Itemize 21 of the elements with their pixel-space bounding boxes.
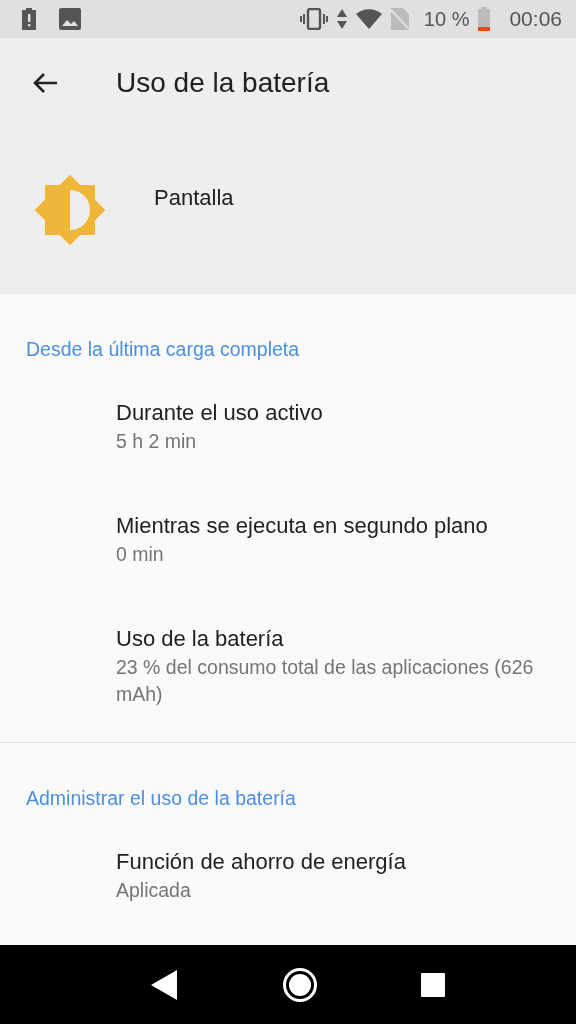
- image-icon: [59, 8, 81, 30]
- back-icon[interactable]: [151, 969, 180, 1000]
- back-arrow-icon[interactable]: [32, 72, 58, 94]
- list-item[interactable]: Mientras se ejecuta en segundo plano 0 min: [0, 489, 576, 602]
- wifi-icon: [355, 9, 382, 29]
- section-header: Desde la última carga completa: [25, 337, 301, 362]
- home-icon[interactable]: [282, 966, 318, 1003]
- battery-alert-icon: [22, 8, 36, 30]
- clock: 00:06: [509, 7, 562, 31]
- vibrate-icon: [299, 8, 328, 30]
- battery-icon: [478, 7, 491, 31]
- app-name: Pantalla: [154, 185, 234, 211]
- list-item[interactable]: Durante el uso activo 5 h 2 min: [0, 376, 576, 489]
- section-header: Administrar el uso de la batería: [25, 786, 297, 811]
- no-sim-icon: [390, 8, 409, 30]
- list-item[interactable]: Uso de la batería 23 % del consumo total de las aplicaciones (626 mAh): [0, 602, 576, 742]
- list-item[interactable]: Función de ahorro de energía Aplicada: [0, 825, 576, 938]
- data-arrows-icon: [336, 9, 347, 29]
- page-title: Uso de la batería: [116, 67, 330, 99]
- recents-icon[interactable]: [420, 972, 445, 997]
- battery-percent: 10 %: [423, 7, 470, 31]
